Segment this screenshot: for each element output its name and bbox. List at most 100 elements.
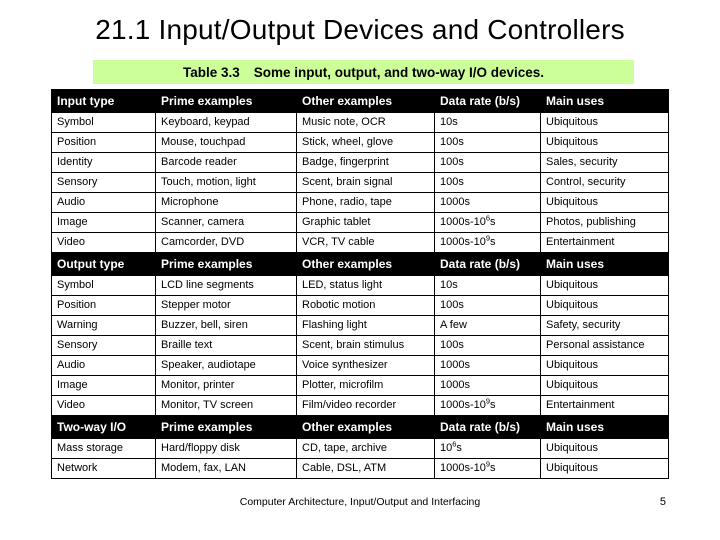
column-header: Prime examples (155, 89, 297, 113)
table-cell: 100s (434, 132, 541, 153)
table-cell: Keyboard, keypad (155, 112, 297, 133)
table-cell: Ubiquitous (540, 112, 669, 133)
table-cell: Sensory (51, 335, 156, 356)
column-header: Main uses (540, 252, 669, 276)
table-row: Identity Barcode reader Badge, fingerprint… (51, 152, 669, 173)
table-cell: Monitor, TV screen (155, 395, 297, 416)
table-cell: Position (51, 132, 156, 153)
table-row: Symbol LCD line segments LED, status light… (51, 275, 669, 296)
table-cell: Ubiquitous (540, 295, 669, 316)
table-caption-number: Table 3.3 (182, 64, 240, 80)
column-header: Output type (51, 252, 156, 276)
table-cell: Video (51, 232, 156, 253)
table-cell: Mouse, touchpad (155, 132, 297, 153)
table-cell: 106s (434, 438, 541, 459)
table-cell: Voice synthesizer (296, 355, 435, 376)
table-cell: 1000s (434, 192, 541, 213)
column-header: Other examples (296, 89, 435, 113)
table-row: Image Scanner, camera Graphic tablet 1000s-… (51, 212, 669, 233)
table-cell: Audio (51, 192, 156, 213)
table-cell: 1000s (434, 375, 541, 396)
table-cell: A few (434, 315, 541, 336)
table-row: Position Stepper motor Robotic motion 100s U… (51, 295, 669, 316)
table-cell: Scanner, camera (155, 212, 297, 233)
table-cell: Microphone (155, 192, 297, 213)
table-cell: 100s (434, 152, 541, 173)
table-row: Warning Buzzer, bell, siren Flashing light… (51, 315, 669, 336)
table-cell: 1000s (434, 355, 541, 376)
table-cell: Mass storage (51, 438, 156, 459)
table-cell: Music note, OCR (296, 112, 435, 133)
table-cell: Entertainment (540, 232, 669, 253)
table-cell: Identity (51, 152, 156, 173)
table-cell: 100s (434, 295, 541, 316)
column-header: Prime examples (155, 415, 297, 439)
table-cell: 1000s-109s (434, 458, 541, 479)
table-row: Image Monitor, printer Plotter, microfilm 1… (51, 375, 669, 396)
table-cell: Ubiquitous (540, 458, 669, 479)
table-cell: Control, security (540, 172, 669, 193)
table-cell: Monitor, printer (155, 375, 297, 396)
column-header: Main uses (540, 415, 669, 439)
table-cell: Audio (51, 355, 156, 376)
table-cell: Network (51, 458, 156, 479)
table-cell: Photos, publishing (540, 212, 669, 233)
table-caption-text: Some input, output, and two-way I/O devi… (253, 64, 545, 80)
table-cell: Modem, fax, LAN (155, 458, 297, 479)
table-cell: Touch, motion, light (155, 172, 297, 193)
table-cell: 1000s-109s (434, 395, 541, 416)
table-cell: Position (51, 295, 156, 316)
column-header: Data rate (b/s) (434, 415, 541, 439)
table-cell: VCR, TV cable (296, 232, 435, 253)
table-cell: Ubiquitous (540, 132, 669, 153)
slide-footer: Computer Architecture, Input/Output and … (0, 496, 720, 512)
table-cell: Barcode reader (155, 152, 297, 173)
column-header: Input type (51, 89, 156, 113)
table-cell: Buzzer, bell, siren (155, 315, 297, 336)
table-row: Mass storage Hard/floppy disk CD, tape, ar… (51, 438, 669, 459)
table-cell: Ubiquitous (540, 275, 669, 296)
table-row: Video Monitor, TV screen Film/video record… (51, 395, 669, 416)
table-cell: Video (51, 395, 156, 416)
table-row: Network Modem, fax, LAN Cable, DSL, ATM 100… (51, 458, 669, 479)
table-cell: Personal assistance (540, 335, 669, 356)
table-cell: CD, tape, archive (296, 438, 435, 459)
table-cell: Flashing light (296, 315, 435, 336)
table-cell: Speaker, audiotape (155, 355, 297, 376)
table-cell: Warning (51, 315, 156, 336)
table-cell: 100s (434, 335, 541, 356)
table-row: Position Mouse, touchpad Stick, wheel, glo… (51, 132, 669, 153)
table-cell: Safety, security (540, 315, 669, 336)
table-section-header: Input type Prime examples Other examples Da… (51, 89, 669, 113)
table-cell: Stepper motor (155, 295, 297, 316)
table-cell: Plotter, microfilm (296, 375, 435, 396)
table-cell: Sensory (51, 172, 156, 193)
table-cell: Camcorder, DVD (155, 232, 297, 253)
table-cell: Ubiquitous (540, 375, 669, 396)
table-cell: Symbol (51, 112, 156, 133)
table-cell: Braille text (155, 335, 297, 356)
table-cell: 10s (434, 275, 541, 296)
table-cell: Image (51, 375, 156, 396)
table-cell: Entertainment (540, 395, 669, 416)
column-header: Prime examples (155, 252, 297, 276)
table-row: Sensory Braille text Scent, brain stimulus… (51, 335, 669, 356)
table-caption: Table 3.3 Some input, output, and two-wa… (93, 60, 634, 84)
column-header: Other examples (296, 252, 435, 276)
table-cell: Graphic tablet (296, 212, 435, 233)
table-row: Audio Microphone Phone, radio, tape 1000s Ub… (51, 192, 669, 213)
footer-page-number: 5 (659, 496, 666, 508)
table-cell: Ubiquitous (540, 438, 669, 459)
table-cell: Ubiquitous (540, 192, 669, 213)
table-row: Audio Speaker, audiotape Voice synthesizer… (51, 355, 669, 376)
table-cell: 100s (434, 172, 541, 193)
table-cell: Film/video recorder (296, 395, 435, 416)
table-row: Video Camcorder, DVD VCR, TV cable 1000s-10… (51, 232, 669, 253)
table-cell: Stick, wheel, glove (296, 132, 435, 153)
table-cell: 10s (434, 112, 541, 133)
table-cell: Scent, brain signal (296, 172, 435, 193)
column-header: Two-way I/O (51, 415, 156, 439)
table-cell: 1000s-109s (434, 232, 541, 253)
table-cell: Cable, DSL, ATM (296, 458, 435, 479)
table-section-header: Output type Prime examples Other examples D… (51, 252, 669, 276)
